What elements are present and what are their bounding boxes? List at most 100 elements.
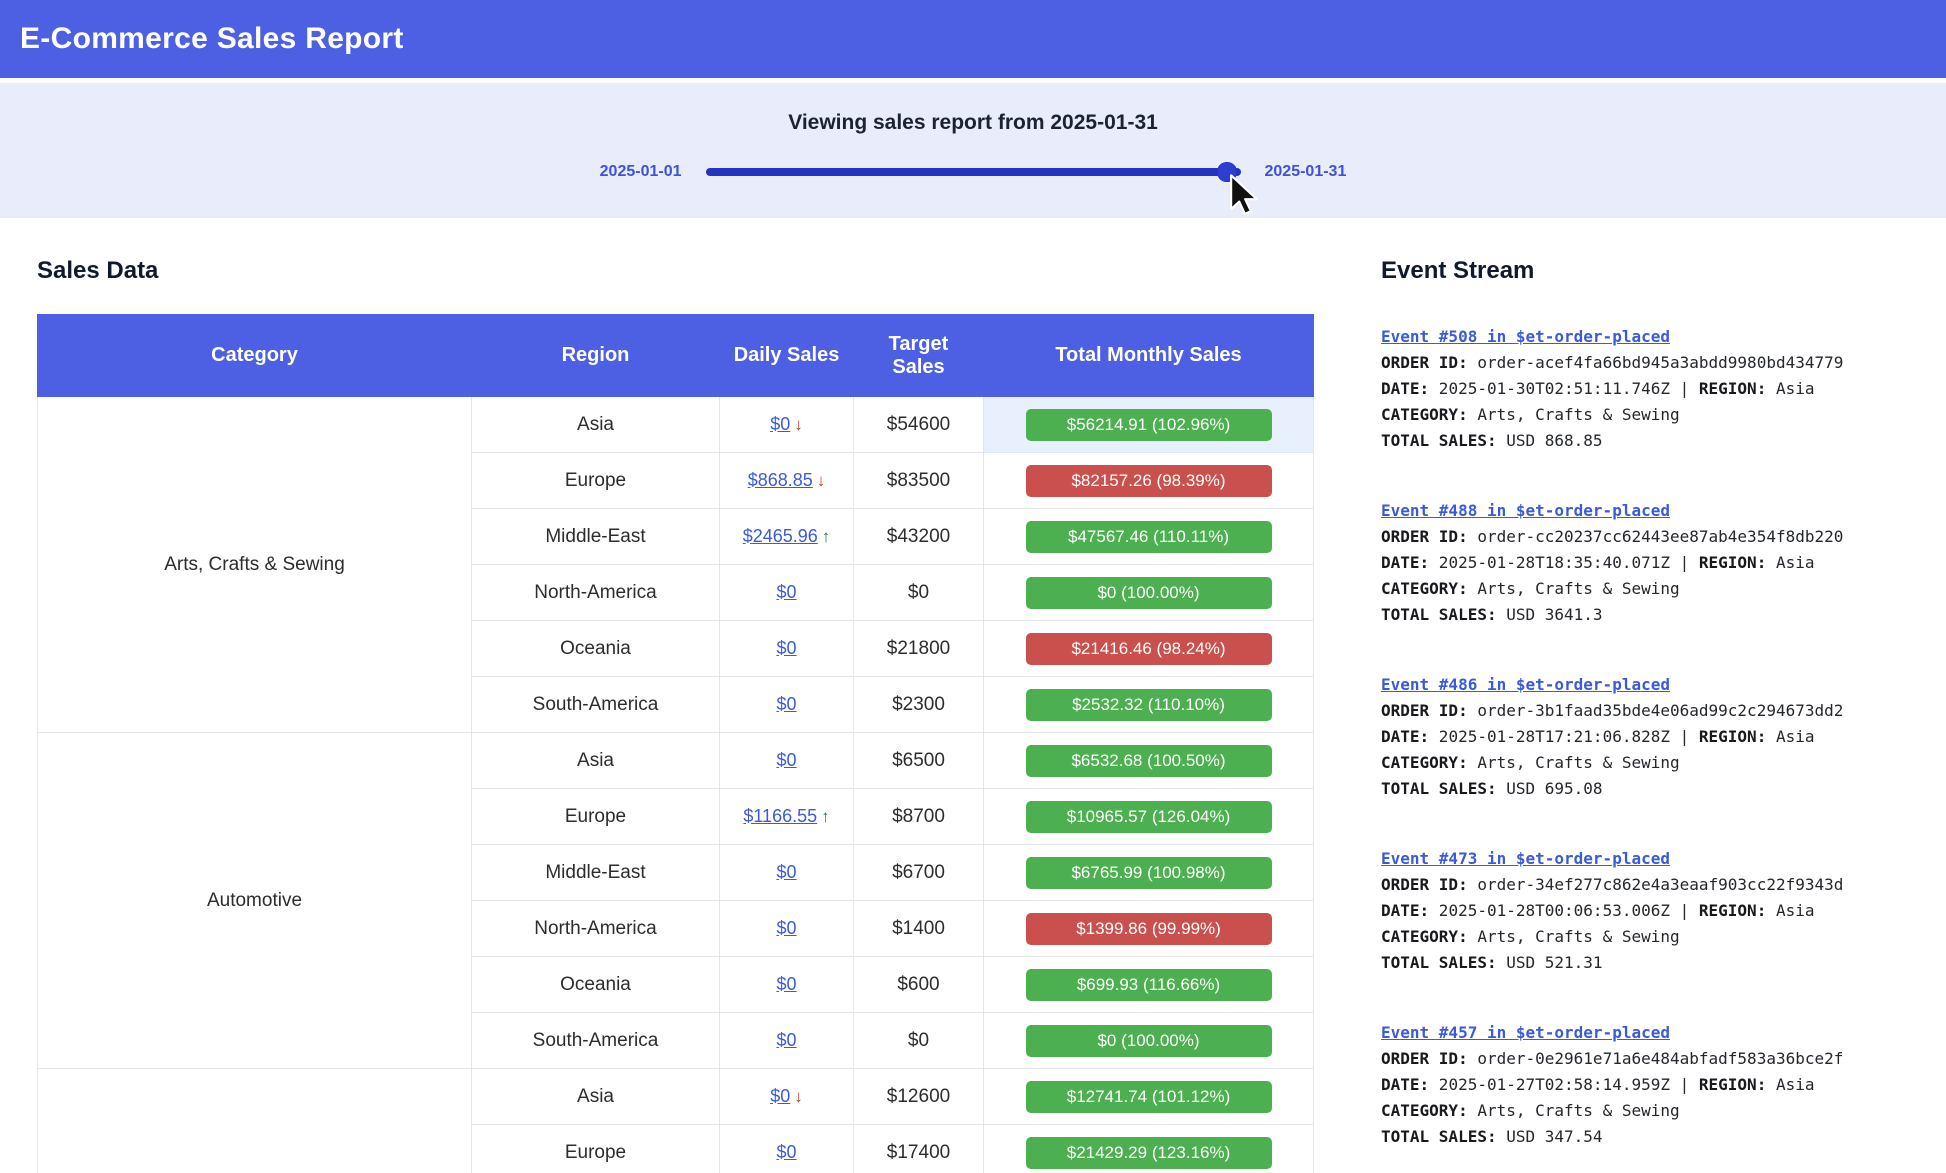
order-id-value: order-cc20237cc62443ee87ab4e354f8db220 [1468,527,1844,546]
category-value: Arts, Crafts & Sewing [1468,927,1680,946]
monthly-sales-badge: $2532.32 (110.10%) [1026,689,1272,721]
target-sales-cell: $54600 [854,397,984,453]
daily-sales-link[interactable]: $0 [776,694,796,714]
daily-sales-cell: $0 [720,1125,854,1173]
region-label: REGION: [1699,553,1766,572]
daily-sales-cell: $0 [720,621,854,677]
target-sales-cell: $6700 [854,845,984,901]
date-value: 2025-01-28T17:21:06.828Z [1429,727,1679,746]
daily-sales-link[interactable]: $2465.96 [743,526,818,546]
daily-sales-link[interactable]: $0 [776,750,796,770]
target-sales-cell: $1400 [854,901,984,957]
event-line: DATE: 2025-01-28T00:06:53.006Z | REGION:… [1381,898,1933,924]
target-sales-cell: $83500 [854,453,984,509]
daily-sales-link[interactable]: $1166.55 [743,806,817,826]
daily-sales-link[interactable]: $0 [776,974,796,994]
region-cell: Europe [472,789,720,845]
event-entry: Event #457 in $et-order-placedORDER ID: … [1381,1020,1933,1150]
monthly-sales-cell: $21429.29 (123.16%) [984,1125,1314,1173]
event-line: CATEGORY: Arts, Crafts & Sewing [1381,750,1933,776]
region-cell: Asia [472,1069,720,1125]
daily-sales-link[interactable]: $868.85 [748,470,813,490]
monthly-sales-badge: $10965.57 (126.04%) [1026,801,1272,833]
region-cell: Europe [472,1125,720,1173]
daily-sales-link[interactable]: $0 [776,582,796,602]
sales-heading: Sales Data [37,258,1313,284]
event-line: DATE: 2025-01-28T18:35:40.071Z | REGION:… [1381,550,1933,576]
event-stream-heading: Event Stream [1381,258,1933,284]
category-cell: Arts, Crafts & Sewing [38,397,472,733]
region-value: Asia [1766,379,1814,398]
daily-sales-link[interactable]: $0 [770,414,790,434]
monthly-sales-badge: $21429.29 (123.16%) [1026,1137,1272,1169]
category-label: CATEGORY: [1381,753,1468,772]
event-line: ORDER ID: order-cc20237cc62443ee87ab4e35… [1381,524,1933,550]
date-value: 2025-01-27T02:58:14.959Z [1429,1075,1679,1094]
total-sales-value: USD 521.31 [1497,953,1603,972]
order-id-label: ORDER ID: [1381,701,1468,720]
monthly-sales-cell: $0 (100.00%) [984,1013,1314,1069]
region-label: REGION: [1699,1075,1766,1094]
total-sales-value: USD 3641.3 [1497,605,1603,624]
order-id-label: ORDER ID: [1381,1049,1468,1068]
monthly-sales-badge: $1399.86 (99.99%) [1026,913,1272,945]
app-header: E-Commerce Sales Report [0,0,1946,78]
event-link[interactable]: Event #457 in $et-order-placed [1381,1020,1670,1046]
region-value: Asia [1766,727,1814,746]
separator: | [1680,901,1699,920]
slider-track[interactable] [706,168,1241,176]
daily-sales-cell: $868.85↓ [720,453,854,509]
daily-sales-cell: $0↓ [720,1069,854,1125]
monthly-sales-badge: $6765.99 (100.98%) [1026,857,1272,889]
order-id-value: order-acef4fa66bd945a3abdd9980bd434779 [1468,353,1844,372]
event-entry: Event #508 in $et-order-placedORDER ID: … [1381,324,1933,454]
event-line: TOTAL SALES: USD 347.54 [1381,1124,1933,1150]
event-list: Event #508 in $et-order-placed ORDER ID: … [1381,324,1933,1150]
event-link[interactable]: Event #473 in $et-order-placed [1381,846,1670,872]
monthly-sales-cell: $1399.86 (99.99%) [984,901,1314,957]
date-label: DATE: [1381,901,1429,920]
daily-sales-link[interactable]: $0 [776,1030,796,1050]
slider-row: 2025-01-01 2025-01-31 [0,162,1946,182]
event-line: DATE: 2025-01-30T02:51:11.746Z | REGION:… [1381,376,1933,402]
event-link[interactable]: Event #508 in $et-order-placed [1381,324,1670,350]
event-line: CATEGORY: Arts, Crafts & Sewing [1381,576,1933,602]
region-value: Asia [1766,901,1814,920]
daily-sales-cell: $0 [720,1013,854,1069]
daily-sales-link[interactable]: $0 [776,918,796,938]
region-cell: Oceania [472,621,720,677]
event-link[interactable]: Event #486 in $et-order-placed [1381,672,1670,698]
daily-sales-link[interactable]: $0 [776,638,796,658]
order-id-value: order-0e2961e71a6e484abfadf583a36bce2f [1468,1049,1844,1068]
monthly-sales-cell: $82157.26 (98.39%) [984,453,1314,509]
slider-thumb[interactable] [1217,162,1237,182]
event-line: TOTAL SALES: USD 3641.3 [1381,602,1933,628]
region-cell: Asia [472,733,720,789]
monthly-sales-cell: $699.93 (116.66%) [984,957,1314,1013]
daily-sales-cell: $0 [720,957,854,1013]
separator: | [1680,553,1699,572]
monthly-sales-badge: $0 (100.00%) [1026,577,1272,609]
region-value: Asia [1766,553,1814,572]
daily-sales-link[interactable]: $0 [776,1142,796,1162]
event-entry: Event #473 in $et-order-placedORDER ID: … [1381,846,1933,976]
sales-section: Sales Data Category Region Daily Sales T… [37,258,1313,1173]
event-line: TOTAL SALES: USD 695.08 [1381,776,1933,802]
daily-sales-cell: $0↓ [720,397,854,453]
date-slider[interactable] [706,162,1241,182]
separator: | [1680,727,1699,746]
monthly-sales-cell: $10965.57 (126.04%) [984,789,1314,845]
target-sales-cell: $17400 [854,1125,984,1173]
arrow-up-icon: ↑ [821,807,830,827]
category-value: Arts, Crafts & Sewing [1468,579,1680,598]
date-value: 2025-01-28T00:06:53.006Z [1429,901,1679,920]
category-value: Arts, Crafts & Sewing [1468,1101,1680,1120]
sales-table: Category Region Daily Sales Target Sales… [37,314,1314,1173]
event-link[interactable]: Event #488 in $et-order-placed [1381,498,1670,524]
daily-sales-cell: $0 [720,901,854,957]
daily-sales-cell: $0 [720,845,854,901]
table-header-row: Category Region Daily Sales Target Sales… [38,315,1314,397]
daily-sales-link[interactable]: $0 [776,862,796,882]
daily-sales-link[interactable]: $0 [770,1086,790,1106]
date-label: DATE: [1381,1075,1429,1094]
